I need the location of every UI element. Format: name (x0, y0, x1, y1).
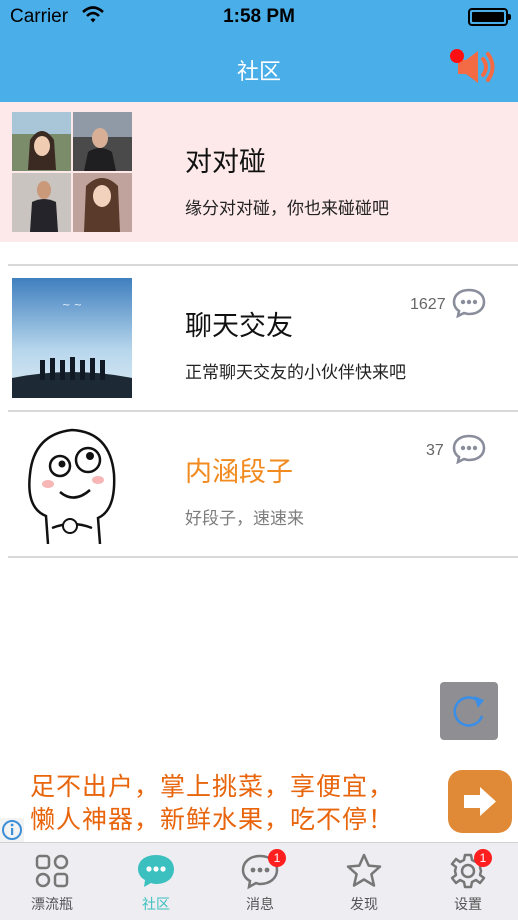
comment-bubble-icon[interactable] (452, 434, 486, 464)
row-title: 对对碰 (185, 147, 266, 178)
star-icon (346, 853, 382, 887)
tab-label: 漂流瓶 (31, 897, 73, 913)
status-bar: Carrier 1:58 PM (0, 0, 518, 34)
tab-drift-bottle[interactable]: 漂流瓶 (0, 843, 104, 920)
list-item-chat-friends[interactable]: ~ ~ 聊天交友 正常聊天交友的小伙伴快来吧 1627 (0, 266, 518, 410)
unread-badge: 1 (474, 849, 492, 867)
comment-count: 37 (426, 442, 444, 459)
list-item-jokes[interactable]: 内涵段子 好段子，速速来 37 (0, 412, 518, 556)
row-subtitle: 正常聊天交友的小伙伴快来吧 (185, 363, 406, 383)
row-title: 内涵段子 (185, 457, 293, 488)
tab-community[interactable]: 社区 (104, 843, 208, 920)
tab-messages[interactable]: 1 消息 (208, 843, 312, 920)
comment-count: 1627 (410, 296, 446, 313)
unread-badge: 1 (268, 849, 286, 867)
meme-face-thumbnail (12, 424, 132, 544)
collage-thumbnail (12, 112, 132, 232)
list-item-duiduipeng[interactable]: 对对碰 缘分对对碰，你也来碰碰吧 (0, 102, 518, 242)
divider (8, 556, 518, 558)
clock: 1:58 PM (223, 6, 295, 27)
ad-line-2: 懒人神器，新鲜水果，吃不停！ (30, 805, 395, 834)
refresh-button[interactable] (440, 682, 498, 740)
svg-text:~ ~: ~ ~ (62, 300, 82, 311)
ad-line-1: 足不出户，掌上挑菜，享便宜， (30, 772, 395, 801)
tab-discover[interactable]: 发现 (312, 843, 416, 920)
refresh-icon (453, 696, 484, 727)
ad-banner-text[interactable]: 足不出户，掌上挑菜，享便宜， 懒人神器，新鲜水果，吃不停！ (30, 770, 394, 836)
ad-go-button[interactable] (448, 770, 512, 833)
info-icon (2, 820, 22, 840)
tab-bar: 漂流瓶 社区 1 消息 发现 1 设置 (0, 842, 518, 920)
ad-info-button[interactable] (0, 818, 24, 842)
tab-label: 发现 (350, 897, 378, 913)
chat-bubble-icon (138, 855, 174, 887)
row-subtitle: 好段子，速速来 (185, 509, 304, 529)
row-title: 聊天交友 (185, 311, 293, 342)
tab-label: 设置 (454, 897, 482, 913)
comment-bubble-icon[interactable] (452, 288, 486, 318)
group-photo-thumbnail: ~ ~ (12, 278, 132, 398)
speaker-icon[interactable] (448, 48, 498, 86)
page-title: 社区 (236, 60, 281, 85)
tab-label: 消息 (246, 897, 274, 913)
tab-settings[interactable]: 1 设置 (416, 843, 518, 920)
battery-icon (468, 8, 511, 26)
row-subtitle: 缘分对对碰，你也来碰碰吧 (185, 199, 389, 219)
grid-icon (35, 854, 69, 888)
navigation-bar: Carrier 1:58 PM 社区 (0, 0, 518, 102)
arrow-right-icon (464, 787, 496, 816)
tab-label: 社区 (142, 897, 170, 913)
